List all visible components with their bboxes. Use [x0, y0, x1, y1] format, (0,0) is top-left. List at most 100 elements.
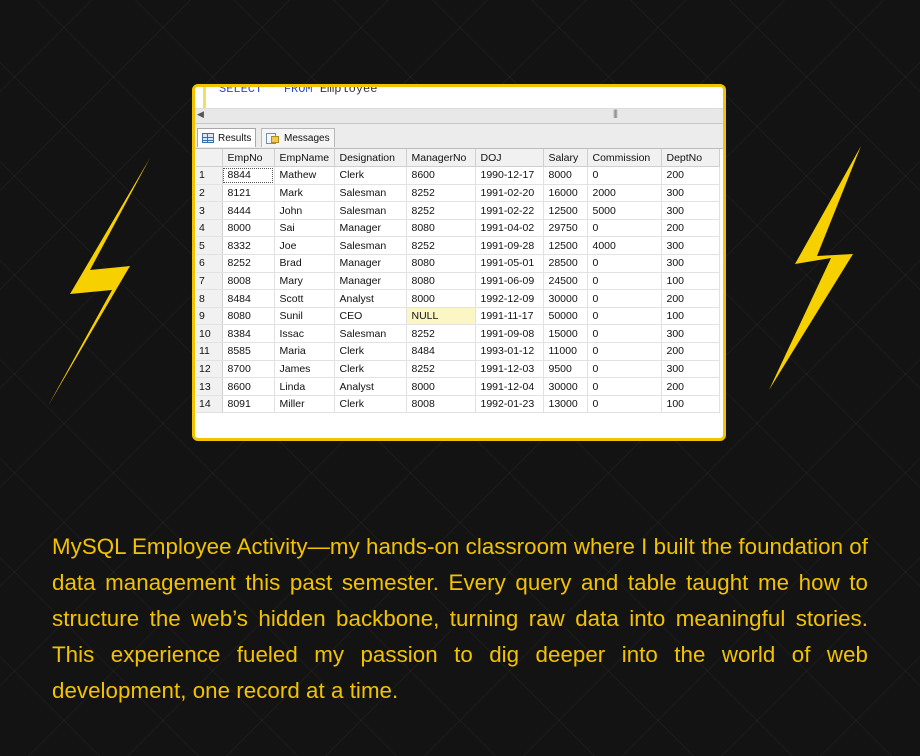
- table-cell[interactable]: 200: [661, 166, 720, 185]
- table-cell[interactable]: 0: [587, 254, 662, 273]
- table-cell[interactable]: 8444: [222, 201, 275, 220]
- table-cell[interactable]: 1991-11-17: [475, 307, 544, 326]
- results-grid[interactable]: EmpNo EmpName Designation ManagerNo DOJ Salar…: [196, 149, 720, 414]
- table-cell[interactable]: 8585: [222, 342, 275, 361]
- row-number[interactable]: 4: [196, 219, 223, 238]
- table-row[interactable]: 6 8252 Brad Manager 8080 1991-05-01 28500 0 300: [196, 254, 720, 273]
- table-cell[interactable]: 1990-12-17: [475, 166, 544, 185]
- column-header[interactable]: Salary: [543, 149, 588, 168]
- table-cell[interactable]: 100: [661, 272, 720, 291]
- row-number[interactable]: 3: [196, 201, 223, 220]
- table-row[interactable]: 14 8091 Miller Clerk 8008 1992-01-23 13000 0 100: [196, 395, 720, 414]
- table-cell[interactable]: 8000: [406, 289, 476, 308]
- scroll-left-arrow-icon[interactable]: ◀: [197, 109, 204, 120]
- table-cell[interactable]: 12500: [543, 236, 588, 256]
- row-number[interactable]: 2: [196, 184, 223, 203]
- table-cell[interactable]: 8252: [406, 201, 476, 220]
- table-cell[interactable]: 1992-12-09: [475, 289, 544, 308]
- table-cell[interactable]: 0: [587, 395, 662, 414]
- table-cell[interactable]: Mathew: [274, 166, 335, 185]
- table-cell[interactable]: 300: [661, 254, 720, 273]
- table-cell[interactable]: 4000: [587, 236, 662, 256]
- table-row[interactable]: 5 8332 Joe Salesman 8252 1991-09-28 12500 4000 3…: [196, 236, 720, 256]
- column-header[interactable]: DeptNo: [661, 149, 720, 168]
- table-cell[interactable]: 300: [661, 184, 720, 203]
- query-editor[interactable]: SELECT * FROM Employee: [195, 87, 723, 109]
- table-cell[interactable]: 0: [587, 324, 662, 344]
- row-number[interactable]: 6: [196, 254, 223, 273]
- table-row[interactable]: 12 8700 James Clerk 8252 1991-12-03 9500 0 300: [196, 360, 720, 379]
- table-cell[interactable]: 8484: [222, 289, 275, 308]
- table-cell[interactable]: 11000: [543, 342, 588, 361]
- column-header[interactable]: EmpNo: [222, 149, 275, 168]
- table-cell[interactable]: Salesman: [334, 184, 407, 203]
- table-cell[interactable]: 2000: [587, 184, 662, 203]
- table-cell[interactable]: 0: [587, 342, 662, 361]
- table-cell[interactable]: 8332: [222, 236, 275, 256]
- table-cell[interactable]: 200: [661, 342, 720, 361]
- table-cell[interactable]: Linda: [274, 377, 335, 396]
- table-cell[interactable]: Clerk: [334, 395, 407, 414]
- table-cell[interactable]: 30000: [543, 377, 588, 396]
- column-header[interactable]: Designation: [334, 149, 407, 168]
- table-cell[interactable]: 8000: [406, 377, 476, 396]
- table-row[interactable]: 2 8121 Mark Salesman 8252 1991-02-20 16000 2000…: [196, 184, 720, 203]
- table-cell[interactable]: Sai: [274, 219, 335, 238]
- table-cell[interactable]: 8484: [406, 342, 476, 361]
- table-cell[interactable]: 30000: [543, 289, 588, 308]
- table-cell[interactable]: Miller: [274, 395, 335, 414]
- table-cell[interactable]: Analyst: [334, 377, 407, 396]
- table-cell[interactable]: Issac: [274, 324, 335, 344]
- table-row[interactable]: 11 8585 Maria Clerk 8484 1993-01-12 11000 0 200: [196, 342, 720, 361]
- table-cell[interactable]: 100: [661, 307, 720, 326]
- table-cell[interactable]: CEO: [334, 307, 407, 326]
- table-row[interactable]: 7 8008 Mary Manager 8080 1991-06-09 24500 0 100: [196, 272, 720, 291]
- table-cell[interactable]: 300: [661, 324, 720, 344]
- table-cell[interactable]: 1991-12-03: [475, 360, 544, 379]
- table-cell[interactable]: 12500: [543, 201, 588, 220]
- table-cell[interactable]: Mark: [274, 184, 335, 203]
- table-cell[interactable]: 1991-06-09: [475, 272, 544, 291]
- grid-corner[interactable]: [196, 149, 223, 168]
- row-number[interactable]: 12: [196, 360, 223, 379]
- column-header[interactable]: EmpName: [274, 149, 335, 168]
- table-row[interactable]: 9 8080 Sunil CEO NULL 1991-11-17 50000 0 100: [196, 307, 720, 326]
- table-cell[interactable]: 8844: [222, 166, 275, 185]
- table-cell[interactable]: 8252: [222, 254, 275, 273]
- table-cell[interactable]: 1991-02-20: [475, 184, 544, 203]
- table-row[interactable]: 10 8384 Issac Salesman 8252 1991-09-08 15000 0 3…: [196, 324, 720, 344]
- table-cell[interactable]: 8080: [222, 307, 275, 326]
- column-header[interactable]: Commission: [587, 149, 662, 168]
- table-cell[interactable]: Sunil: [274, 307, 335, 326]
- table-cell[interactable]: 0: [587, 219, 662, 238]
- table-cell[interactable]: 24500: [543, 272, 588, 291]
- table-cell[interactable]: James: [274, 360, 335, 379]
- row-number[interactable]: 13: [196, 377, 223, 396]
- table-cell[interactable]: 1991-09-28: [475, 236, 544, 256]
- table-cell[interactable]: 8252: [406, 360, 476, 379]
- table-row[interactable]: 8 8484 Scott Analyst 8000 1992-12-09 30000 0 200: [196, 289, 720, 308]
- table-cell[interactable]: Scott: [274, 289, 335, 308]
- table-cell[interactable]: 8700: [222, 360, 275, 379]
- row-number[interactable]: 9: [196, 307, 223, 326]
- table-cell[interactable]: 8000: [222, 219, 275, 238]
- table-cell[interactable]: Manager: [334, 219, 407, 238]
- tab-messages[interactable]: Messages: [261, 128, 335, 147]
- table-cell[interactable]: Clerk: [334, 166, 407, 185]
- table-cell[interactable]: 8121: [222, 184, 275, 203]
- table-cell[interactable]: 300: [661, 236, 720, 256]
- column-header[interactable]: ManagerNo: [406, 149, 476, 168]
- table-cell[interactable]: 29750: [543, 219, 588, 238]
- table-cell[interactable]: 0: [587, 307, 662, 326]
- table-cell[interactable]: 1991-04-02: [475, 219, 544, 238]
- table-cell[interactable]: 0: [587, 272, 662, 291]
- table-cell[interactable]: 16000: [543, 184, 588, 203]
- horizontal-scrollbar[interactable]: ◀ |||: [195, 108, 723, 124]
- table-cell[interactable]: 8252: [406, 324, 476, 344]
- row-number[interactable]: 14: [196, 395, 223, 414]
- table-cell[interactable]: 0: [587, 360, 662, 379]
- table-cell[interactable]: 8600: [222, 377, 275, 396]
- column-header[interactable]: DOJ: [475, 149, 544, 168]
- tab-results[interactable]: Results: [197, 128, 257, 147]
- row-number[interactable]: 8: [196, 289, 223, 308]
